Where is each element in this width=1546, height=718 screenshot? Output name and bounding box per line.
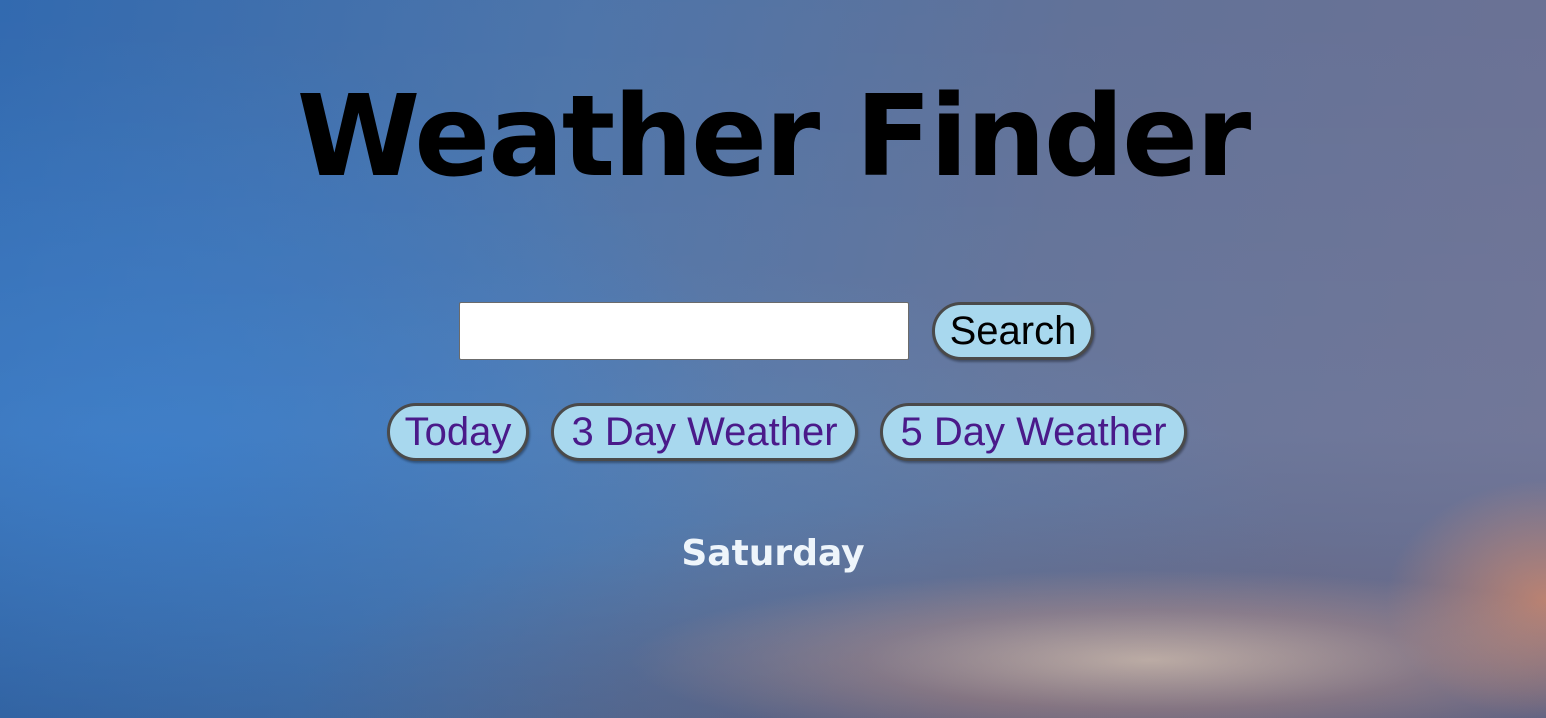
search-input[interactable] <box>459 302 909 360</box>
forecast-day-label: Saturday <box>681 533 865 574</box>
search-bar: Search <box>459 302 1094 360</box>
search-button[interactable]: Search <box>932 302 1094 360</box>
today-button[interactable]: Today <box>387 403 529 461</box>
page-title: Weather Finder <box>296 72 1252 202</box>
five-day-weather-button[interactable]: 5 Day Weather <box>880 403 1187 461</box>
three-day-weather-button[interactable]: 3 Day Weather <box>551 403 858 461</box>
forecast-nav: Today 3 Day Weather 5 Day Weather <box>387 403 1187 461</box>
